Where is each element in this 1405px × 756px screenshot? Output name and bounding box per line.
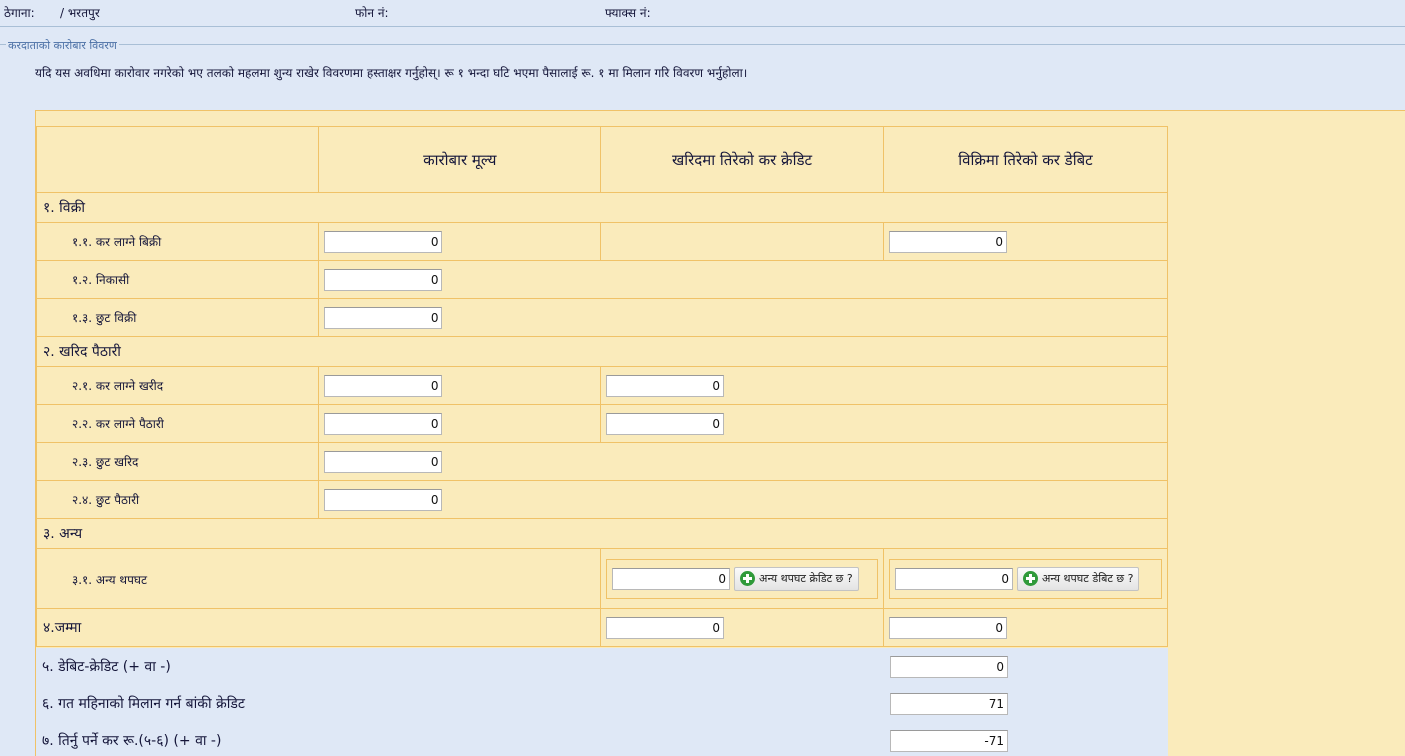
row-label: २.२. कर लाग्ने पैठारी [35,404,320,443]
total-debit-input[interactable] [889,616,1007,639]
blank-header [35,126,320,193]
purchase-section-title: २. खरिद पैठारी [36,336,1168,367]
exempt-sales-input[interactable] [324,306,443,329]
header-row: कारोबार मूल्य खरिदमा तिरेको कर क्रेडिट व… [35,126,1168,193]
prev-credit-input[interactable] [890,692,1008,715]
other-debit-group: अन्य थपघट डेबिट छ ? [889,558,1162,599]
payable-label: ७. तिर्नु पर्ने कर रू.(५-६) (+ वा -) [42,733,222,749]
row-label: २.३. छुट खरिद [35,442,320,481]
exempt-import-input[interactable] [324,488,443,511]
other-debit-input[interactable] [895,567,1013,590]
payable-input[interactable] [890,729,1008,752]
table-row: २.३. छुट खरिद [35,442,1168,481]
total-label: ४.जम्मा [35,608,602,647]
table-row: १.२. निकासी [35,260,1168,299]
diff-input[interactable] [890,655,1008,678]
taxable-import-credit-input[interactable] [606,412,725,435]
table-row: १.३. छुट विक्री [35,298,1168,337]
table-row: २.४. छुट पैठारी [35,480,1168,519]
table-row: ३.१. अन्य थपघट अन्य थपघट क्रेडिट छ ? अन्… [35,548,1168,609]
other-credit-input[interactable] [612,567,731,590]
taxable-purchase-credit-input[interactable] [606,374,725,397]
taxable-sales-input[interactable] [324,230,443,253]
add-icon [1023,571,1038,586]
taxable-purchase-input[interactable] [324,374,443,397]
address-label: ठेगाना: [4,6,35,20]
row-label: १.३. छुट विक्री [35,298,320,337]
diff-label: ५. डेबिट-क्रेडिट (+ वा -) [42,659,171,675]
row-label: ३.१. अन्य थपघट [35,548,602,609]
table-row: २.१. कर लाग्ने खरीद [35,366,1168,405]
table-row: १.१. कर लाग्ने बिक्री [35,222,1168,261]
transaction-table: कारोबार मूल्य खरिदमा तिरेको कर क्रेडिट व… [35,126,1168,647]
other-credit-group: अन्य थपघट क्रेडिट छ ? [606,558,878,599]
total-row: ४.जम्मा [35,608,1168,647]
exempt-purchase-input[interactable] [324,450,443,473]
table-row: २.२. कर लाग्ने पैठारी [35,404,1168,443]
add-icon [740,571,756,586]
col-debit-header: विक्रिमा तिरेको कर डेबिट [883,126,1168,193]
other-credit-button-label: अन्य थपघट क्रेडिट छ ? [759,572,853,585]
other-credit-button[interactable]: अन्य थपघट क्रेडिट छ ? [734,566,859,591]
col-credit-header: खरिदमा तिरेको कर क्रेडिट [600,126,884,193]
summary-row: ६. गत महिनाको मिलान गर्न बांकी क्रेडिट [36,685,1168,722]
fax-label: फ्याक्स नं: [605,6,651,20]
row-label: २.४. छुट पैठारी [35,480,320,519]
row-label: २.१. कर लाग्ने खरीद [35,366,320,405]
other-section-title: ३. अन्य [36,518,1168,549]
summary-panel: ५. डेबिट-क्रेडिट (+ वा -) ६. गत महिनाको … [36,648,1168,756]
col-value-header: कारोबार मूल्य [318,126,602,193]
row-label: १.१. कर लाग्ने बिक्री [35,222,320,261]
sales-section-title: १. विक्री [36,192,1168,223]
taxable-sales-debit-input[interactable] [889,230,1007,253]
section-divider [0,44,1405,45]
summary-row: ५. डेबिट-क्रेडिट (+ वा -) [36,648,1168,685]
other-debit-button[interactable]: अन्य थपघट डेबिट छ ? [1017,566,1140,591]
taxable-import-input[interactable] [324,412,443,435]
contact-bar: ठेगाना: / भरतपुर फोन नं: फ्याक्स नं: [0,0,1405,27]
address-value: / भरतपुर [60,6,100,20]
row-label: १.२. निकासी [35,260,320,299]
other-debit-button-label: अन्य थपघट डेबिट छ ? [1042,572,1134,585]
export-input[interactable] [324,268,443,291]
prev-credit-label: ६. गत महिनाको मिलान गर्न बांकी क्रेडिट [42,696,245,712]
section-title: करदाताको कारोबार विवरण [6,38,119,53]
summary-row: ७. तिर्नु पर्ने कर रू.(५-६) (+ वा -) [36,722,1168,756]
phone-label: फोन नं: [355,6,389,20]
total-credit-input[interactable] [606,616,725,639]
instruction-text: यदि यस अवधिमा कारोवार नगरेको भए तलको महल… [35,66,748,80]
